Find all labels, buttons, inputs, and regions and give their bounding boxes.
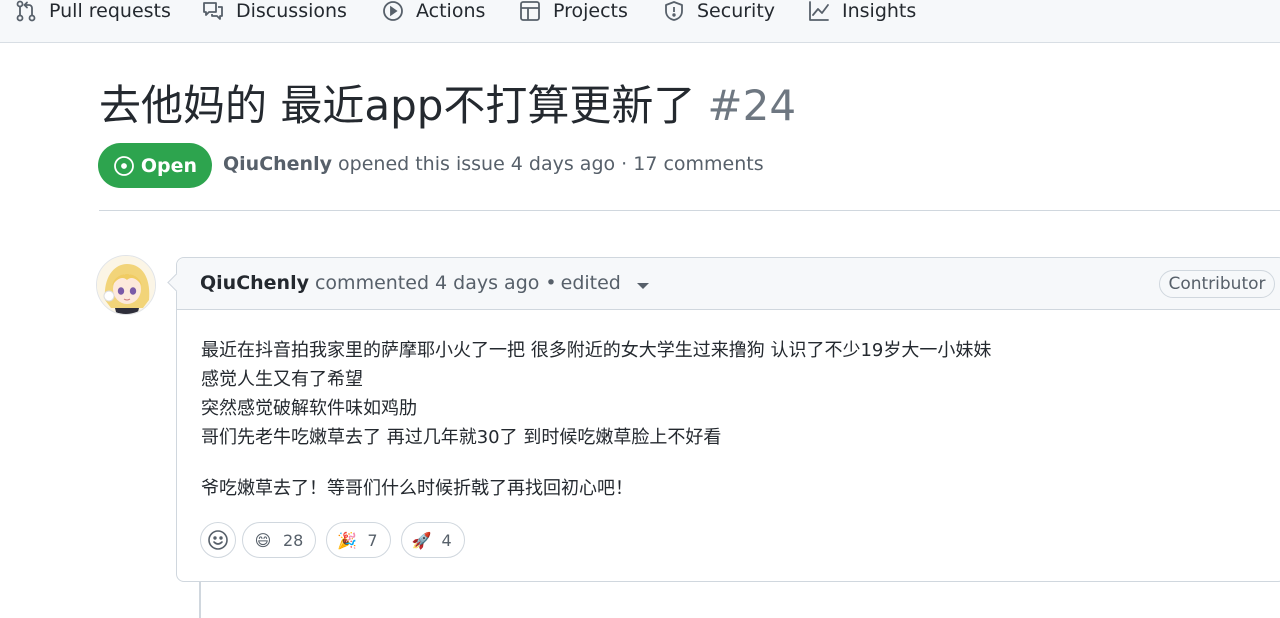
issue-author-link[interactable]: QiuChenly	[223, 153, 332, 175]
comment-author-link[interactable]: QiuChenly	[200, 272, 309, 294]
issue-title: 去他妈的 最近app不打算更新了 #24	[99, 78, 796, 134]
add-reaction-button[interactable]	[200, 522, 236, 558]
rocket-emoji-icon: 🚀	[411, 530, 432, 550]
repo-nav: Pull requests Discussions Actions Projec…	[0, 0, 1280, 43]
issue-opened-icon	[113, 155, 135, 177]
nav-label: Discussions	[236, 0, 347, 22]
nav-insights[interactable]: Insights	[808, 0, 916, 22]
reaction-count: 4	[441, 530, 452, 550]
edited-dropdown[interactable]: edited	[561, 272, 649, 294]
nav-pull-requests[interactable]: Pull requests	[15, 0, 171, 22]
nav-label: Insights	[842, 0, 917, 22]
reaction-smile-button[interactable]: 😄 28	[242, 522, 317, 558]
nav-discussions[interactable]: Discussions	[202, 0, 347, 22]
nav-label: Projects	[553, 0, 628, 22]
reaction-count: 7	[367, 530, 378, 550]
edited-label: edited	[560, 272, 621, 294]
nav-security[interactable]: Security	[663, 0, 775, 22]
comment-card: QiuChenly commented 4 days ago • edited …	[176, 257, 1280, 582]
header-divider	[99, 210, 1280, 211]
issue-title-text: 去他妈的 最近app不打算更新了	[99, 81, 696, 130]
comment-meta: commented 4 days ago •	[314, 272, 557, 294]
comment-closing-line: 爷吃嫩草去了！等哥们什么时候折戟了再找回初心吧！	[201, 478, 633, 499]
reactions-bar: 😄 28 🎉 7 🚀 4	[200, 522, 475, 558]
timeline-line	[199, 582, 201, 618]
nav-actions[interactable]: Actions	[382, 0, 485, 22]
graph-icon	[808, 0, 832, 22]
issue-number: #24	[707, 81, 797, 130]
actions-play-icon	[382, 0, 406, 22]
contributor-badge: Contributor	[1159, 270, 1275, 298]
comment-body-line: 最近在抖音拍我家里的萨摩耶小火了一把 很多附近的女大学生过来撸狗 认识了不少19…	[201, 340, 992, 361]
chevron-down-icon	[636, 283, 649, 289]
reaction-tada-button[interactable]: 🎉 7	[326, 522, 391, 558]
reaction-count: 28	[283, 530, 304, 550]
nav-label: Pull requests	[49, 0, 171, 22]
tada-emoji-icon: 🎉	[337, 530, 358, 550]
avatar[interactable]	[96, 255, 156, 315]
nav-label: Actions	[416, 0, 486, 22]
pull-request-icon	[15, 0, 39, 22]
reaction-rocket-button[interactable]: 🚀 4	[400, 522, 465, 558]
discussions-icon	[202, 0, 226, 22]
comment-header-text: QiuChenly commented 4 days ago • edited	[200, 272, 649, 294]
issue-state-label: Open	[140, 154, 198, 177]
issue-meta: QiuChenly opened this issue 4 days ago ·…	[223, 153, 764, 175]
comment-body-line: 感觉人生又有了希望	[201, 369, 363, 390]
comment-header: QiuChenly commented 4 days ago • edited …	[177, 258, 1280, 310]
issue-meta-text: opened this issue 4 days ago · 17 commen…	[338, 153, 764, 175]
projects-table-icon	[519, 0, 543, 22]
comment-body: 最近在抖音拍我家里的萨摩耶小火了一把 很多附近的女大学生过来撸狗 认识了不少19…	[201, 336, 991, 503]
smiley-icon	[208, 530, 228, 550]
smile-emoji-icon: 😄	[254, 530, 272, 550]
nav-label: Security	[697, 0, 776, 22]
comment-body-line: 哥们先老牛吃嫩草去了 再过几年就30了 到时候吃嫩草脸上不好看	[201, 427, 722, 448]
issue-state-badge: Open	[98, 143, 212, 188]
shield-icon	[663, 0, 687, 22]
comment-body-line: 突然感觉破解软件味如鸡肋	[201, 398, 417, 419]
nav-projects[interactable]: Projects	[519, 0, 628, 22]
